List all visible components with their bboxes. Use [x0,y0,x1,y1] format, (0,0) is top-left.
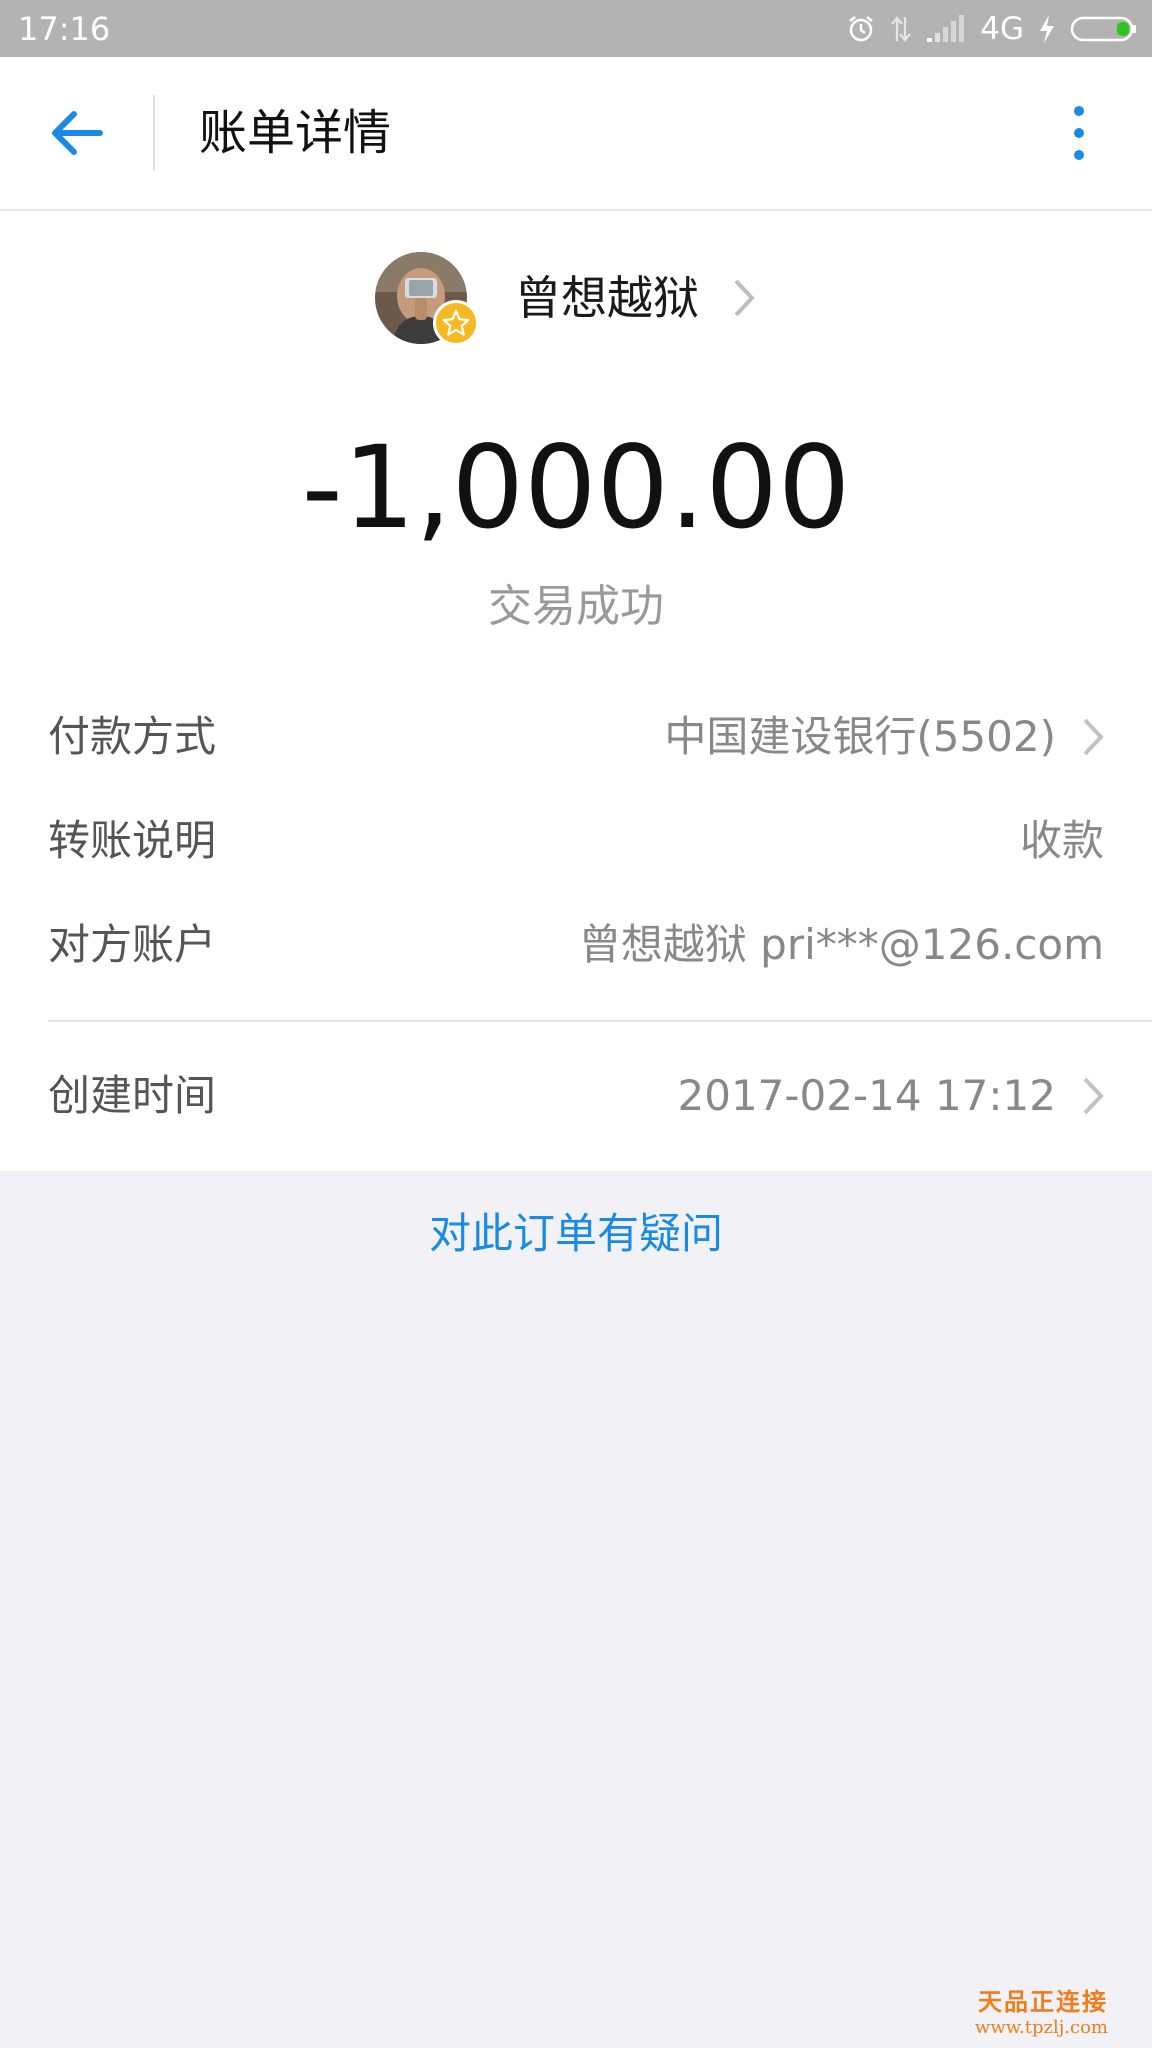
row-value: 收款 [1019,816,1104,865]
divider [48,1020,1152,1022]
transaction-status: 交易成功 [488,581,664,632]
counterparty-account-row: 对方账户 曾想越狱 pri***@126.com [48,905,1104,985]
star-badge-icon [442,309,470,336]
status-icons: 4G [846,8,1138,50]
transfer-note-row: 转账说明 收款 [48,801,1104,881]
data-transfer-icon [891,16,912,42]
chevron-right-icon [1082,717,1104,757]
bill-detail-card: 曾想越狱 -1,000.00 交易成功 付款方式 中国建设银行(5502) 转账… [0,211,1152,1171]
transaction-amount: -1,000.00 [301,421,851,554]
created-time-row[interactable]: 创建时间 2017-02-14 17:12 [48,1056,1104,1136]
app-bar: 账单详情 [0,57,1152,211]
watermark: 天品正连接 www.tpzlj.com [975,1987,1108,2039]
watermark-name: 天品正连接 [978,1987,1108,2016]
battery-icon [1070,16,1136,42]
row-value: 曾想越狱 pri***@126.com [578,920,1104,969]
payment-method-row[interactable]: 付款方式 中国建设银行(5502) [48,697,1104,777]
badge [433,300,479,346]
appbar-divider [153,95,155,171]
payee-avatar-wrap [375,252,479,346]
status-time: 17:16 [18,10,111,48]
page-title: 账单详情 [199,105,392,161]
payee-name: 曾想越狱 [515,271,699,325]
chevron-right-icon [733,278,755,318]
back-arrow-icon [52,111,103,155]
charging-icon [1040,15,1054,43]
network-type: 4G [980,11,1024,47]
signal-icon [927,15,965,42]
chevron-right-icon [1082,1076,1104,1116]
row-label: 创建时间 [48,1071,217,1120]
watermark-url: www.tpzlj.com [974,2017,1108,2038]
more-options-button[interactable] [1046,97,1112,169]
row-label: 付款方式 [48,712,217,761]
row-label: 转账说明 [48,816,217,865]
status-bar: 17:16 4G [0,0,1152,57]
payee-header[interactable]: 曾想越狱 [375,248,755,348]
alarm-icon [849,16,874,42]
back-button[interactable] [34,97,120,169]
row-label: 对方账户 [48,920,217,969]
order-question-link[interactable]: 对此订单有疑问 [0,1204,1152,1264]
row-value: 2017-02-14 17:12 [677,1071,1056,1120]
row-value: 中国建设银行(5502) [664,712,1056,761]
more-vertical-icon [1074,106,1084,160]
